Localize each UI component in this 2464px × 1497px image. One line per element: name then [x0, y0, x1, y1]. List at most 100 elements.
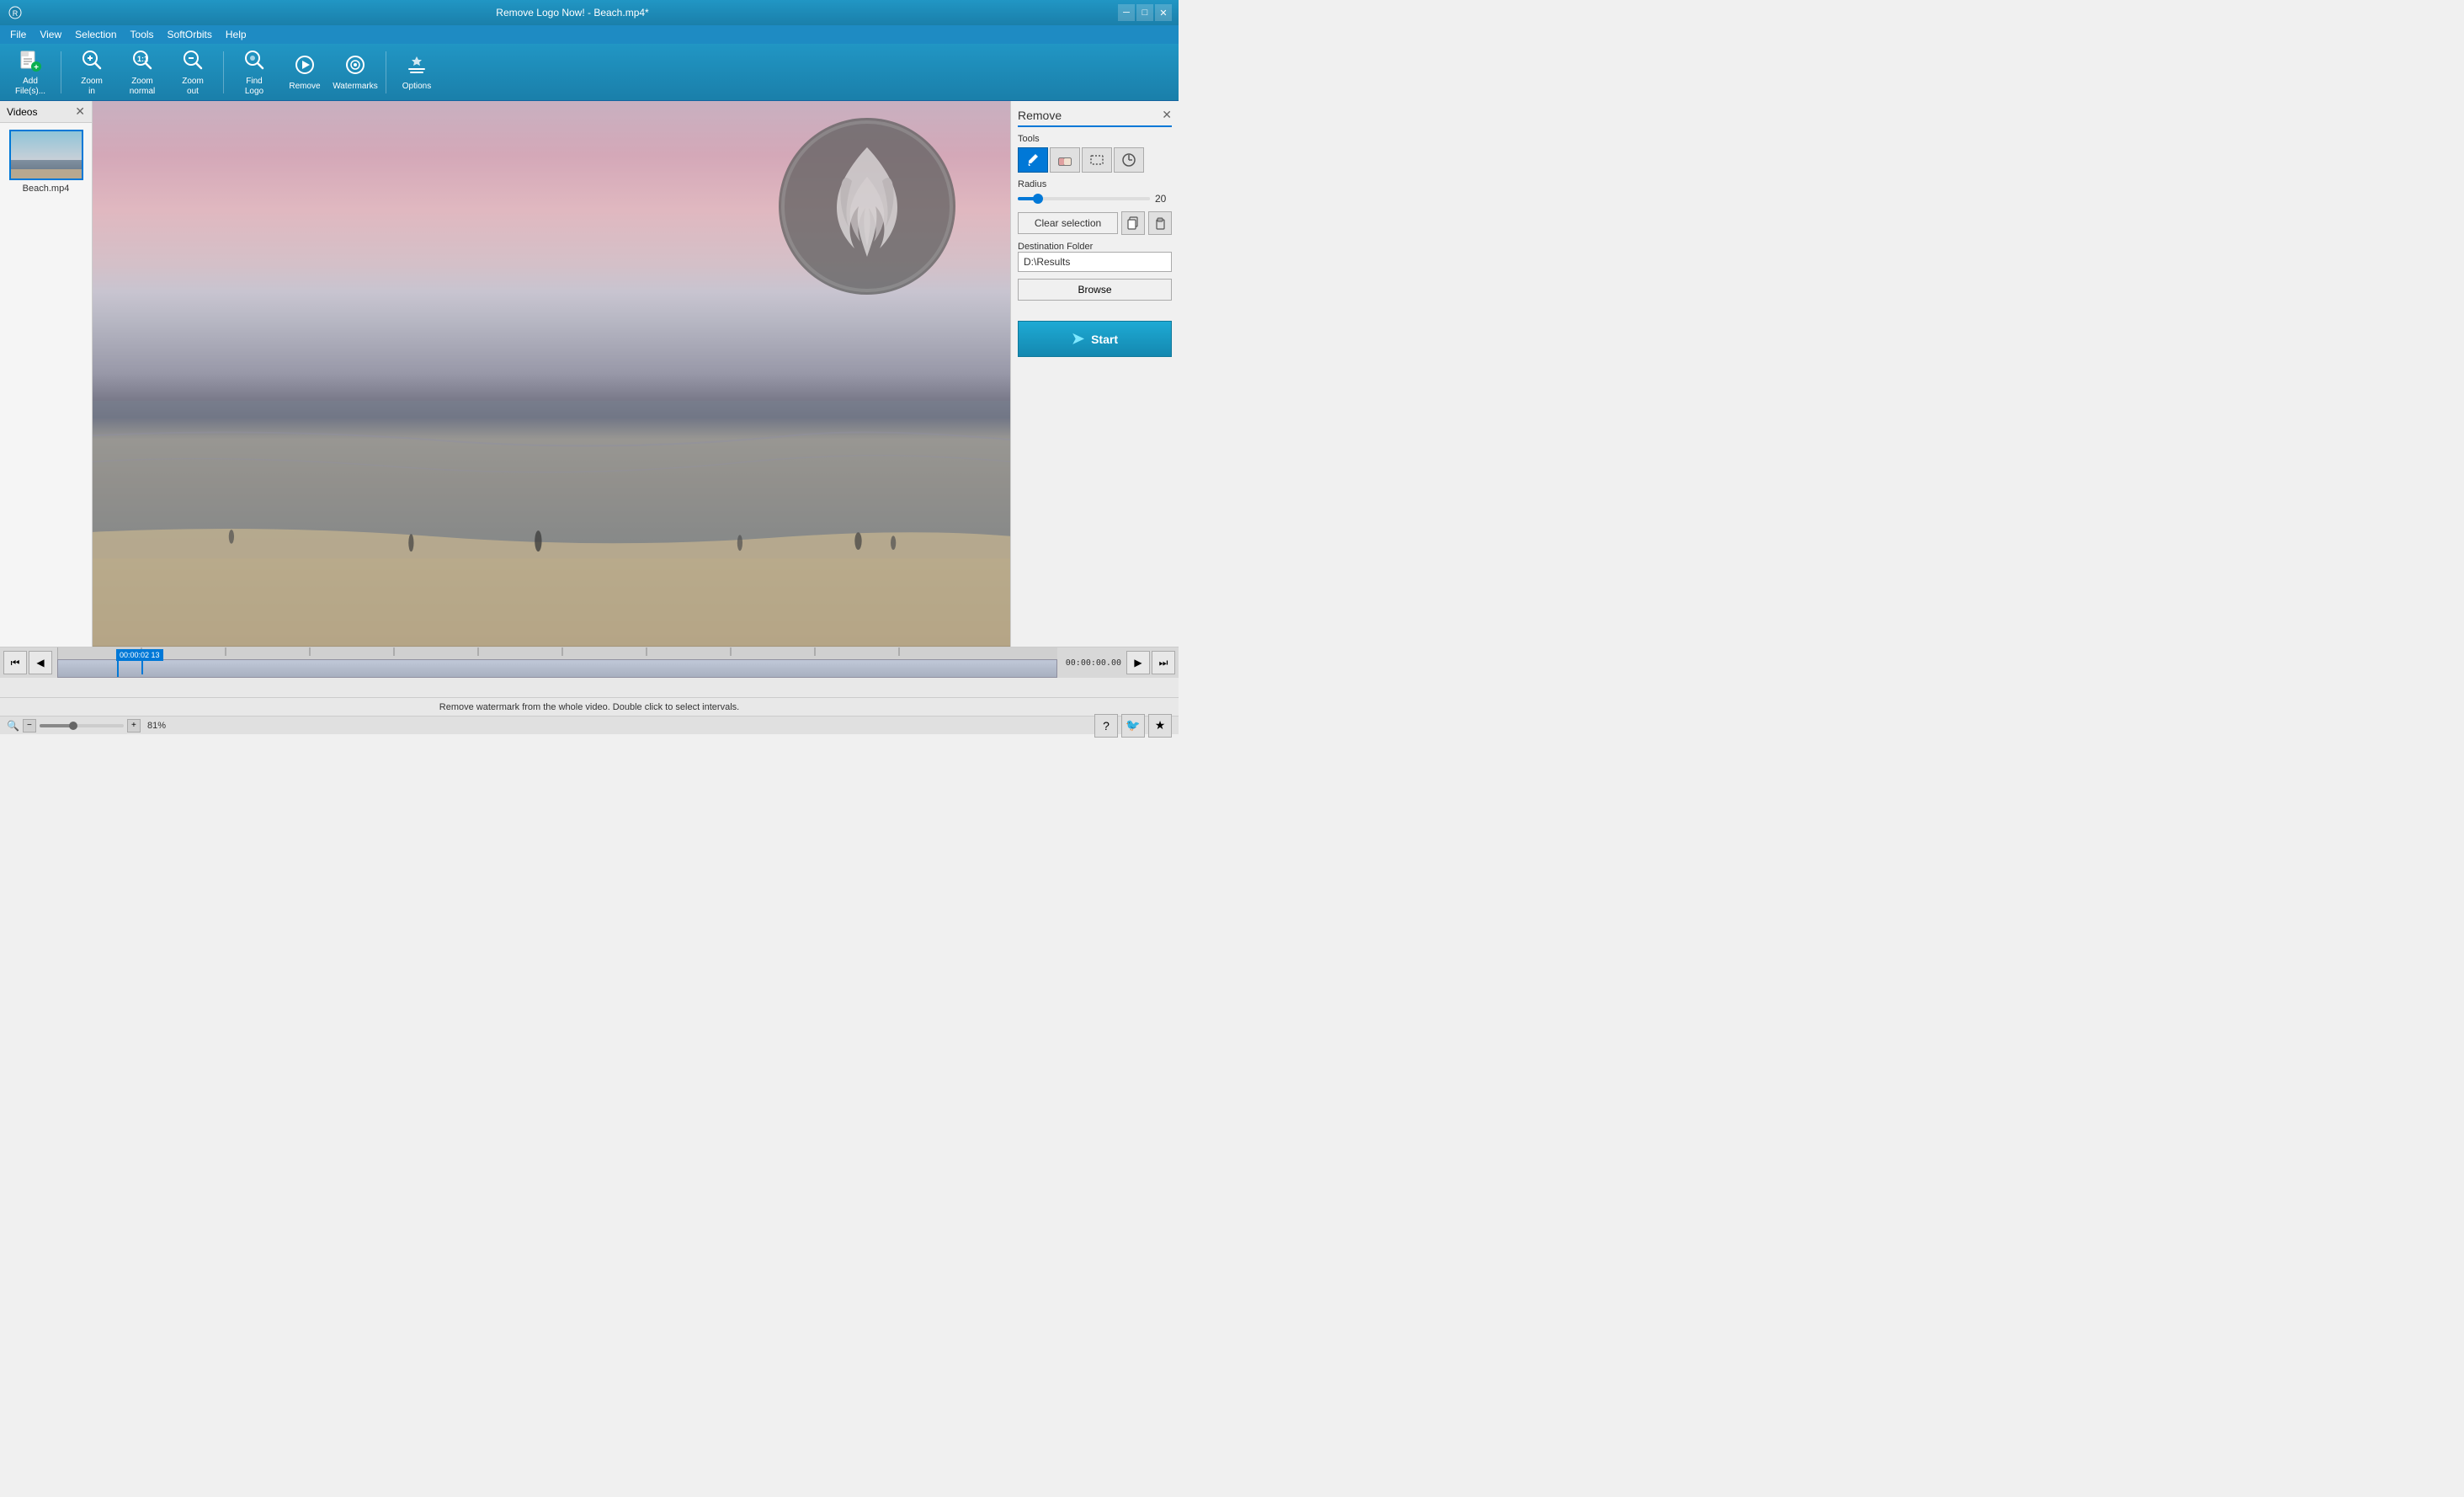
zoom-out-label: Zoomout: [182, 77, 204, 97]
videos-panel-title: Videos: [7, 106, 37, 118]
timeline-go-end-button[interactable]: ⏭: [1152, 651, 1175, 674]
timeline-go-start-button[interactable]: ⏮: [3, 651, 27, 674]
menu-bar: File View Selection Tools SoftOrbits Hel…: [0, 25, 1179, 44]
rect-tool-button[interactable]: [1082, 147, 1112, 173]
zoom-normal-label: Zoomnormal: [130, 77, 156, 97]
watermarks-icon: [343, 53, 367, 80]
video-thumbnail[interactable]: [9, 130, 83, 180]
menu-file[interactable]: File: [3, 27, 33, 42]
radius-label: Radius: [1018, 179, 1172, 189]
menu-softorbits[interactable]: SoftOrbits: [161, 27, 219, 42]
start-arrow-icon: ➤: [1072, 330, 1084, 348]
remove-panel: Remove ✕ Tools: [1010, 101, 1179, 647]
selection-controls: Clear selection: [1018, 211, 1172, 235]
timeline-next-frame-button[interactable]: ▶: [1126, 651, 1150, 674]
twitter-button[interactable]: 🐦: [1121, 714, 1145, 738]
start-button[interactable]: ➤ Start: [1018, 321, 1172, 357]
help-icons: ? 🐦 ★: [1094, 714, 1172, 738]
zoom-in-label: Zoomin: [81, 77, 103, 97]
menu-help[interactable]: Help: [219, 27, 253, 42]
options-label: Options: [402, 82, 431, 92]
zoom-minus-button[interactable]: −: [23, 719, 36, 733]
beach-scene: [93, 101, 1010, 647]
window-controls: ─ □ ✕: [1118, 4, 1172, 21]
copy-selection-button[interactable]: [1121, 211, 1145, 235]
tools-section-label: Tools: [1018, 134, 1172, 144]
timeline-end-buttons: ▶ ⏭: [1126, 651, 1175, 674]
main-layout: Videos ✕ Beach.mp4: [0, 101, 1179, 647]
zoom-icon: 🔍: [7, 720, 19, 732]
minimize-button[interactable]: ─: [1118, 4, 1135, 21]
zoom-normal-icon: 1:1: [130, 48, 154, 75]
video-thumbnail-container: Beach.mp4: [0, 123, 92, 200]
zoom-out-button[interactable]: Zoomout: [169, 48, 216, 97]
zoom-in-button[interactable]: Zoomin: [68, 48, 115, 97]
add-files-label: AddFile(s)...: [15, 77, 45, 97]
remove-panel-title: Remove: [1018, 109, 1062, 122]
title-bar: R Remove Logo Now! - Beach.mp4* ─ □ ✕: [0, 0, 1179, 25]
videos-panel-close[interactable]: ✕: [75, 104, 85, 119]
toolbar: + AddFile(s)... Zoomin 1:1 Zoomnormal: [0, 44, 1179, 101]
zoom-bar: 🔍 − + 81% ? 🐦 ★: [0, 716, 1179, 734]
tools-section: Tools: [1018, 134, 1172, 173]
zoom-level: 81%: [147, 721, 166, 731]
rating-button[interactable]: ★: [1148, 714, 1172, 738]
close-button[interactable]: ✕: [1155, 4, 1172, 21]
destination-section: Destination Folder: [1018, 242, 1172, 272]
thumb-sky: [11, 131, 82, 160]
clear-selection-button[interactable]: Clear selection: [1018, 212, 1118, 234]
watermark-logo: [774, 114, 960, 299]
zoom-thumb: [69, 722, 77, 730]
remove-icon: [293, 53, 317, 80]
remove-button[interactable]: Remove: [281, 48, 328, 97]
timeline-area: ⏮ ◀ 00:00:02 13: [0, 647, 1179, 697]
maximize-button[interactable]: □: [1136, 4, 1153, 21]
options-icon: [405, 53, 428, 80]
brush-tool-button[interactable]: [1018, 147, 1048, 173]
options-button[interactable]: Options: [393, 48, 440, 97]
add-files-icon: +: [19, 48, 42, 75]
radius-slider[interactable]: [1018, 197, 1150, 200]
interval-tool-button[interactable]: [1114, 147, 1144, 173]
timeline-time-marker: 00:00:02 13: [116, 649, 163, 674]
remove-label: Remove: [289, 82, 320, 92]
app-icon: R: [7, 4, 24, 21]
remove-panel-close[interactable]: ✕: [1162, 108, 1172, 122]
app-title: Remove Logo Now! - Beach.mp4*: [27, 7, 1118, 19]
videos-panel: Videos ✕ Beach.mp4: [0, 101, 93, 647]
help-button[interactable]: ?: [1094, 714, 1118, 738]
find-logo-button[interactable]: FindLogo: [231, 48, 278, 97]
destination-folder-input[interactable]: [1018, 252, 1172, 272]
timeline-track-container: 00:00:02 13: [57, 647, 1057, 678]
remove-panel-header: Remove ✕: [1018, 108, 1172, 127]
toolbar-separator-2: [223, 51, 224, 93]
menu-selection[interactable]: Selection: [68, 27, 123, 42]
eraser-tool-button[interactable]: [1050, 147, 1080, 173]
menu-tools[interactable]: Tools: [124, 27, 161, 42]
zoom-in-icon: [80, 48, 104, 75]
watermarks-button[interactable]: Watermarks: [332, 48, 379, 97]
timeline-ruler: [57, 647, 1057, 659]
beach-detail-svg: [93, 401, 1010, 647]
browse-button[interactable]: Browse: [1018, 279, 1172, 301]
zoom-normal-button[interactable]: 1:1 Zoomnormal: [119, 48, 166, 97]
radius-value: 20: [1155, 193, 1172, 205]
svg-text:+: +: [34, 63, 39, 72]
timeline-content[interactable]: [57, 659, 1057, 678]
zoom-track[interactable]: [40, 724, 124, 727]
find-logo-icon: [242, 48, 266, 75]
video-canvas[interactable]: [93, 101, 1010, 647]
zoom-out-icon: [181, 48, 205, 75]
zoom-slider-container: − +: [23, 719, 141, 733]
current-time-display: 00:00:02 13: [116, 649, 163, 661]
zoom-fill: [40, 724, 73, 727]
radius-thumb[interactable]: [1033, 194, 1043, 204]
timeline-prev-frame-button[interactable]: ◀: [29, 651, 52, 674]
paste-selection-button[interactable]: [1148, 211, 1172, 235]
thumb-sand: [11, 169, 82, 178]
tools-row: [1018, 147, 1172, 173]
menu-view[interactable]: View: [33, 27, 68, 42]
watermarks-label: Watermarks: [333, 82, 378, 92]
zoom-plus-button[interactable]: +: [127, 719, 141, 733]
add-files-button[interactable]: + AddFile(s)...: [7, 48, 54, 97]
